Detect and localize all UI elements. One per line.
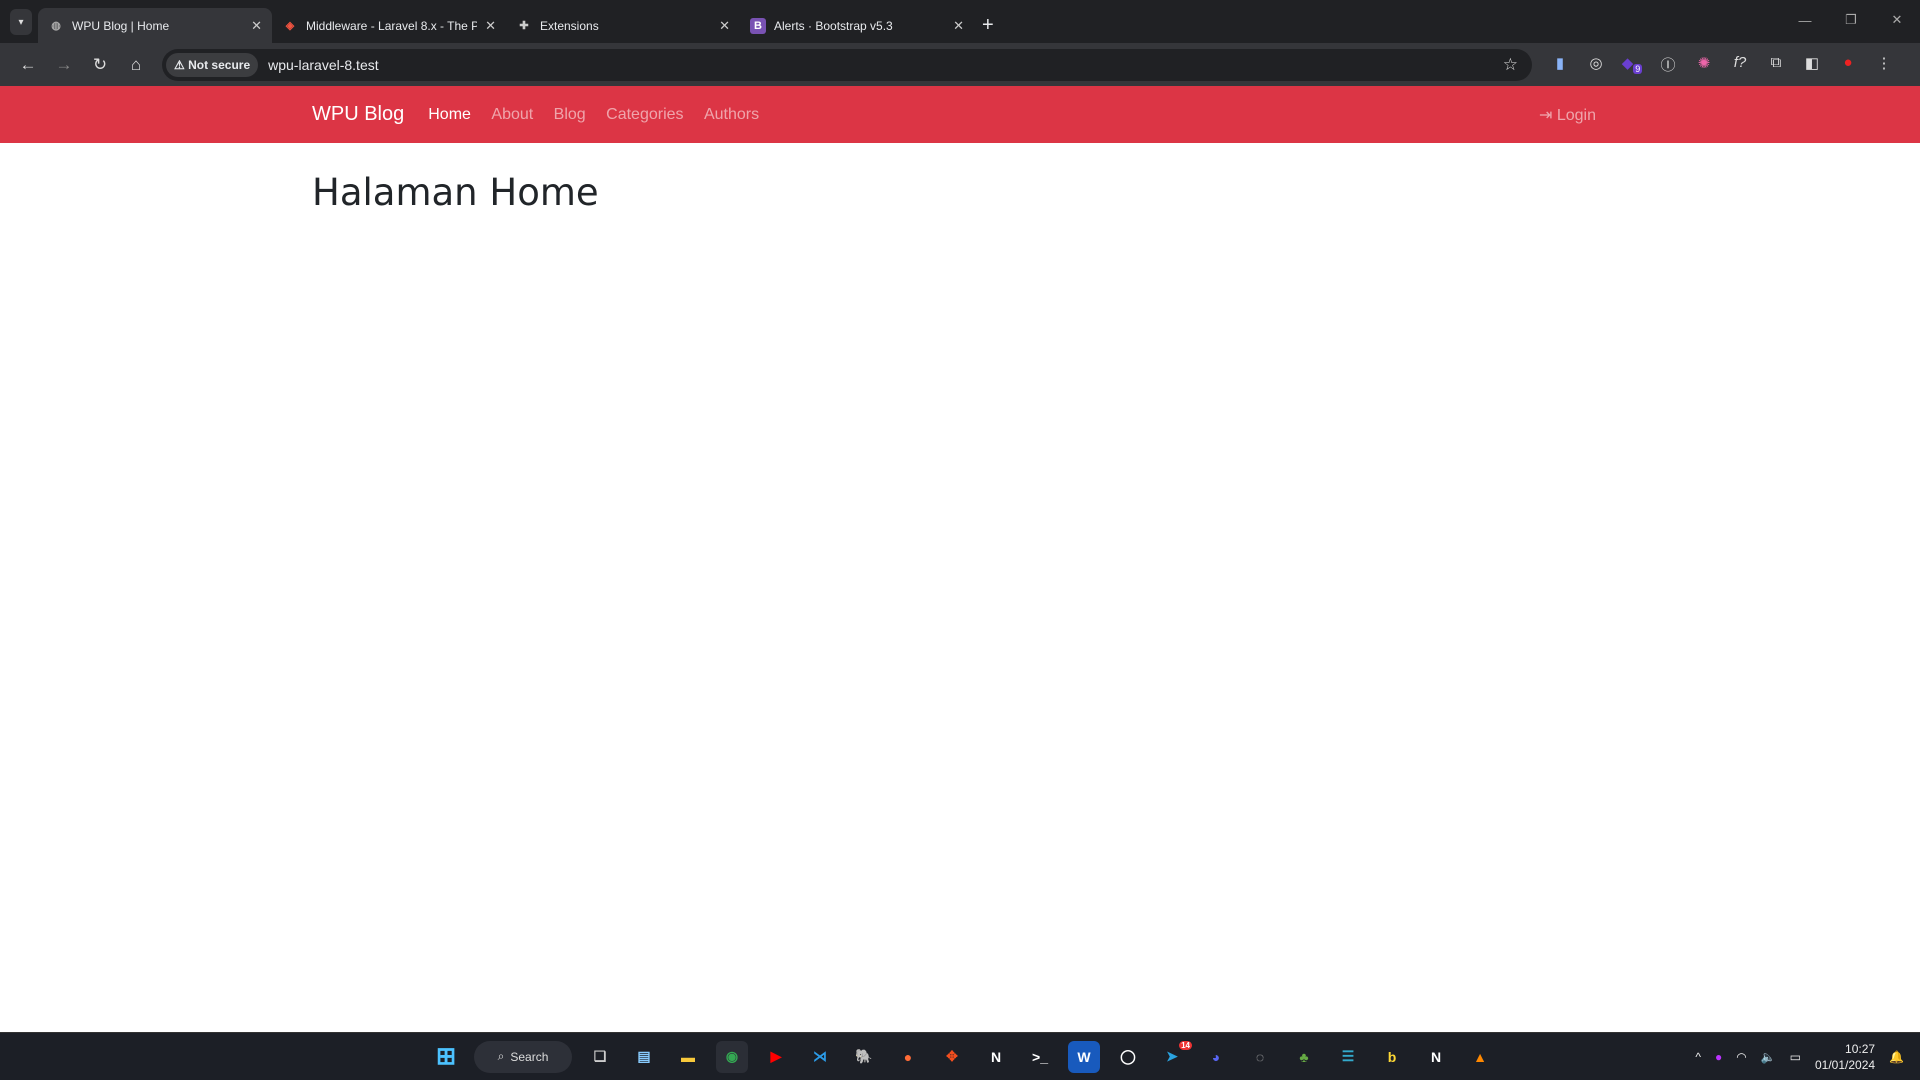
clock[interactable]: 10:27 01/01/2024 [1815, 1041, 1875, 1073]
menu-kebab-icon[interactable]: ⋮ [1866, 54, 1902, 75]
close-tab-icon[interactable]: ✕ [485, 18, 496, 34]
battery-icon[interactable]: ▭ [1790, 1050, 1801, 1064]
tab-strip: ▾ ◍ WPU Blog | Home ✕ ◈ Middleware - Lar… [0, 0, 1920, 43]
notification-bell-icon[interactable]: 🔔 [1889, 1050, 1904, 1064]
tab-search-button[interactable]: ▾ [10, 9, 32, 35]
close-tab-icon[interactable]: ✕ [251, 18, 262, 34]
page-title: Halaman Home [312, 171, 599, 214]
puzzle-icon: ✚ [519, 20, 529, 32]
search-label: Search [510, 1049, 549, 1064]
nav-about[interactable]: About [491, 106, 533, 123]
browser-toolbar: ← → ↻ ⌂ ⚠ Not secure wpu-laravel-8.test … [0, 43, 1920, 86]
site-navbar: WPU Blog Home About Blog Categories Auth… [0, 86, 1920, 143]
extension-colorpicker-icon[interactable]: ✺ [1686, 54, 1722, 75]
extension-copy-icon[interactable]: ▮ [1542, 54, 1578, 75]
tab-title: Middleware - Laravel 8.x - The PHP Frame… [306, 18, 478, 33]
notepad-icon[interactable]: ☰ [1332, 1041, 1364, 1073]
extension-font-icon[interactable]: f? [1722, 54, 1758, 75]
date: 01/01/2024 [1814, 1057, 1876, 1072]
taskbar-search[interactable]: ⌕ Search [474, 1040, 572, 1073]
bookmark-star-icon[interactable]: ☆ [1503, 55, 1528, 75]
chrome-icon[interactable]: ◉ [716, 1040, 748, 1073]
figma-icon[interactable]: ✥ [936, 1041, 968, 1073]
tab-bootstrap-alerts[interactable]: B Alerts · Bootstrap v5.3 ✕ [740, 8, 974, 43]
vscode-icon[interactable]: ⋊ [804, 1041, 836, 1073]
discord-icon[interactable]: ◕ [1200, 1041, 1232, 1073]
laravel-icon: ◈ [285, 20, 295, 32]
extensions-puzzle-icon[interactable]: ⧉ [1758, 54, 1794, 75]
close-tab-icon[interactable]: ✕ [953, 18, 964, 34]
resource-monitor-icon[interactable]: ▤ [628, 1041, 660, 1073]
extension-ip-icon[interactable]: Ⓘ [1650, 54, 1686, 75]
postgresql-icon[interactable]: 🐘 [848, 1041, 880, 1073]
back-icon[interactable]: ← [10, 55, 46, 75]
file-explorer-icon[interactable]: ▬ [672, 1041, 704, 1073]
extension-badge: 9 [1633, 64, 1643, 74]
tab-title: WPU Blog | Home [72, 18, 170, 33]
tree-app-icon[interactable]: ♣ [1288, 1041, 1320, 1073]
extension-stack-icon[interactable]: ◆ 9 [1614, 54, 1650, 75]
terminal-icon[interactable]: >_ [1024, 1041, 1056, 1073]
url-input[interactable]: wpu-laravel-8.test [268, 57, 1503, 73]
postman-icon[interactable]: ● [892, 1041, 924, 1073]
globe-icon: ◍ [51, 20, 61, 32]
reload-icon[interactable]: ↻ [82, 55, 118, 75]
extension-goggles-icon[interactable]: ◎ [1578, 54, 1614, 75]
login-label: Login [1556, 106, 1597, 124]
security-chip[interactable]: ⚠ Not secure [166, 52, 259, 77]
bing-icon[interactable]: b [1376, 1041, 1408, 1073]
notion-icon-2[interactable]: N [1420, 1041, 1452, 1073]
chevron-up-icon[interactable]: ^ [1695, 1050, 1701, 1064]
login-icon: ⇥ [1539, 106, 1553, 124]
windows-taskbar: ⊞ ⌕ Search ❏ ▤ ▬ ◉ ▶ ⋊ 🐘 ● ✥ N >_ W ◯ ➤ 14… [0, 1032, 1920, 1080]
tab-middleware[interactable]: ◈ Middleware - Laravel 8.x - The PHP Fra… [272, 8, 506, 43]
wifi-icon[interactable]: ◠ [1736, 1050, 1746, 1064]
new-tab-button[interactable]: + [982, 14, 994, 37]
close-window-button[interactable]: ✕ [1874, 0, 1920, 40]
security-label: Not secure [188, 57, 251, 72]
tab-title: Extensions [540, 18, 599, 33]
telegram-icon[interactable]: ➤ 14 [1156, 1040, 1192, 1073]
start-icon[interactable]: ⊞ [430, 1041, 462, 1073]
address-bar[interactable]: ⚠ Not secure wpu-laravel-8.test ☆ [162, 48, 1532, 81]
close-tab-icon[interactable]: ✕ [719, 18, 730, 34]
task-view-icon[interactable]: ❏ [584, 1041, 616, 1073]
profile-avatar[interactable]: ● [1830, 54, 1866, 75]
time: 10:27 [1845, 1041, 1876, 1056]
notion-icon[interactable]: N [980, 1041, 1012, 1073]
home-icon[interactable]: ⌂ [118, 55, 154, 75]
login-link[interactable]: ⇥ Login [1539, 105, 1596, 125]
nav-categories[interactable]: Categories [606, 106, 683, 123]
nav-authors[interactable]: Authors [704, 106, 759, 123]
volume-icon[interactable]: 🔈 [1761, 1050, 1776, 1064]
minimize-button[interactable]: — [1782, 0, 1828, 40]
whatsapp-icon[interactable]: ◯ [1112, 1041, 1144, 1073]
forward-icon[interactable]: → [46, 55, 82, 75]
restore-button[interactable]: ❐ [1828, 0, 1874, 40]
tab-wpu-blog[interactable]: ◍ WPU Blog | Home ✕ [38, 8, 272, 43]
side-panel-icon[interactable]: ◧ [1794, 54, 1830, 75]
navbar-brand[interactable]: WPU Blog [312, 103, 404, 126]
nav-blog[interactable]: Blog [554, 106, 586, 123]
tab-title: Alerts · Bootstrap v5.3 [774, 18, 893, 33]
nav-home[interactable]: Home [428, 106, 471, 123]
telegram-badge: 14 [1179, 1040, 1192, 1050]
tab-extensions[interactable]: ✚ Extensions ✕ [506, 8, 740, 43]
obs-icon[interactable]: ◌ [1244, 1041, 1276, 1073]
tray-app-icon[interactable]: ● [1715, 1050, 1722, 1064]
search-icon: ⌕ [497, 1049, 505, 1063]
bootstrap-icon: B [750, 17, 766, 34]
vlc-icon[interactable]: ▲ [1464, 1041, 1496, 1073]
youtube-icon[interactable]: ▶ [760, 1041, 792, 1073]
word-icon[interactable]: W [1068, 1040, 1100, 1073]
